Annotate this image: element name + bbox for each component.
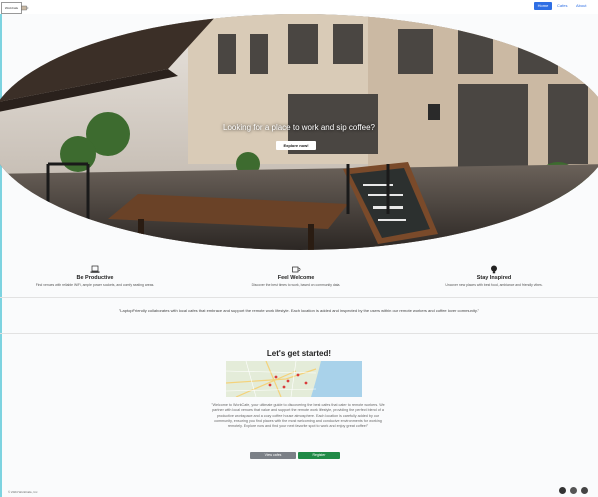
cafe-street-photo bbox=[0, 14, 598, 250]
feature-title: Stay Inspired bbox=[476, 275, 512, 281]
nav-link-about[interactable]: About bbox=[576, 2, 586, 10]
view-cafes-button[interactable]: View cafes bbox=[250, 452, 296, 459]
feature-inspired: Stay Inspired Uncover new places with be… bbox=[414, 265, 574, 287]
get-started-title: Let's get started! bbox=[266, 349, 332, 358]
hero-image bbox=[0, 14, 598, 250]
city-map bbox=[226, 361, 362, 397]
community-quote: "LaptopFriendly collaborates with local … bbox=[118, 308, 480, 313]
feature-desc: Find venues with reliable WiFi, ample po… bbox=[35, 283, 155, 287]
feature-desc: Discover the best times to work, based o… bbox=[251, 283, 341, 287]
nav-home-button[interactable]: Home bbox=[534, 2, 552, 10]
instagram-icon[interactable] bbox=[570, 487, 577, 494]
feature-title: Be Productive bbox=[76, 275, 114, 281]
facebook-icon[interactable] bbox=[581, 487, 588, 494]
site-logo[interactable]: WorkCafe bbox=[1, 2, 22, 14]
lightbulb-icon bbox=[491, 265, 497, 274]
divider bbox=[0, 297, 598, 298]
coffee-cup-icon bbox=[292, 266, 301, 273]
hero-title: Looking for a place to work and sip coff… bbox=[223, 123, 375, 132]
get-started-text: "Welcome to WorkCafe, your ultimate guid… bbox=[211, 403, 385, 429]
navbar: WorkCafe Home Cafes About bbox=[0, 0, 598, 14]
coffee-cup-icon bbox=[21, 5, 29, 11]
nav-link-cafes[interactable]: Cafes bbox=[557, 2, 567, 10]
twitter-icon[interactable] bbox=[559, 487, 566, 494]
feature-welcome: Feel Welcome Discover the best times to … bbox=[216, 265, 376, 287]
page: WorkCafe Home Cafes About Looking for a … bbox=[0, 0, 598, 497]
feature-desc: Uncover new places with best food, ambia… bbox=[445, 283, 543, 287]
explore-now-button[interactable]: Explore now! bbox=[276, 141, 316, 150]
map-image[interactable] bbox=[226, 361, 362, 397]
feature-title: Feel Welcome bbox=[277, 275, 315, 281]
feature-productive: Be Productive Find venues with reliable … bbox=[15, 265, 175, 287]
footer-copyright: © 2024 WorkCafe, Inc bbox=[8, 490, 38, 494]
laptop-icon bbox=[90, 265, 100, 273]
register-button[interactable]: Register bbox=[298, 452, 340, 459]
divider bbox=[0, 333, 598, 334]
